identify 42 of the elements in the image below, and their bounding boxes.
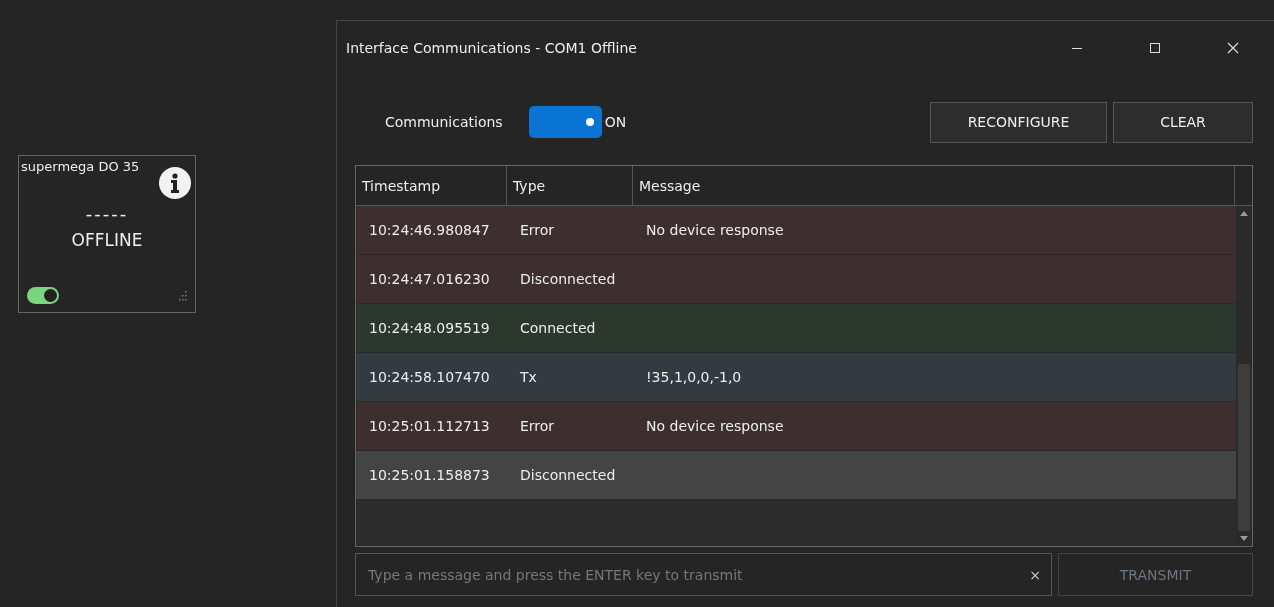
table-cell: !35,1,0,0,-1,0 bbox=[646, 369, 742, 385]
device-name: supermega DO 35 bbox=[21, 159, 140, 176]
maximize-icon[interactable] bbox=[1149, 42, 1161, 54]
device-toggle[interactable] bbox=[27, 287, 59, 304]
scroll-down-icon[interactable] bbox=[1240, 536, 1248, 542]
communications-label: Communications bbox=[385, 114, 503, 130]
toggle-state-text: ON bbox=[604, 114, 627, 130]
scroll-up-icon[interactable] bbox=[1240, 210, 1248, 216]
table-cell: 10:24:47.016230 bbox=[369, 271, 490, 287]
table-cell: Disconnected bbox=[520, 271, 616, 287]
window-title: Interface Communications - COM1 Offline bbox=[346, 40, 637, 56]
column-header[interactable]: Message bbox=[633, 166, 1235, 205]
log-row[interactable]: 10:25:01.158873 Disconnected bbox=[356, 451, 1236, 500]
table-cell: No device response bbox=[646, 418, 784, 434]
column-header[interactable]: Type bbox=[507, 166, 633, 205]
message-field[interactable]: Type a message and press the ENTER key to transmit × bbox=[355, 553, 1052, 596]
log-row[interactable]: 10:24:47.016230 Disconnected bbox=[356, 255, 1236, 304]
log-row[interactable]: 10:25:01.112713 Error No device response bbox=[356, 402, 1236, 451]
table-cell: 10:24:46.980847 bbox=[369, 222, 490, 238]
table-cell: Disconnected bbox=[520, 467, 616, 483]
communications-toggle[interactable] bbox=[528, 106, 602, 138]
table-cell: Error bbox=[520, 222, 555, 238]
log-row[interactable]: 10:24:46.980847 Error No device response bbox=[356, 206, 1236, 255]
device-reading: ----- bbox=[85, 203, 129, 224]
device-status: OFFLINE bbox=[71, 230, 143, 250]
clear-text-button[interactable]: × bbox=[1029, 566, 1041, 583]
column-header[interactable]: Timestamp bbox=[356, 166, 507, 205]
table-cell: No device response bbox=[646, 222, 784, 238]
close-icon[interactable] bbox=[1227, 42, 1239, 54]
table-cell: 10:24:48.095519 bbox=[369, 320, 490, 336]
table-cell: Error bbox=[520, 418, 555, 434]
table-cell: 10:25:01.112713 bbox=[369, 418, 490, 434]
table-cell: Connected bbox=[520, 320, 596, 336]
log-row[interactable]: 10:24:58.107470 Tx !35,1,0,0,-1,0 bbox=[356, 353, 1236, 402]
table-cell: 10:25:01.158873 bbox=[369, 467, 490, 483]
table-cell: 10:24:58.107470 bbox=[369, 369, 490, 385]
info-icon[interactable] bbox=[159, 167, 191, 199]
resize-grip-icon[interactable] bbox=[177, 290, 187, 301]
table-cell: Tx bbox=[520, 369, 537, 385]
clear-button[interactable]: CLEAR bbox=[1113, 101, 1253, 143]
log-row[interactable]: 10:24:48.095519 Connected bbox=[356, 304, 1236, 353]
reconfigure-button[interactable]: RECONFIGURE bbox=[930, 101, 1107, 143]
